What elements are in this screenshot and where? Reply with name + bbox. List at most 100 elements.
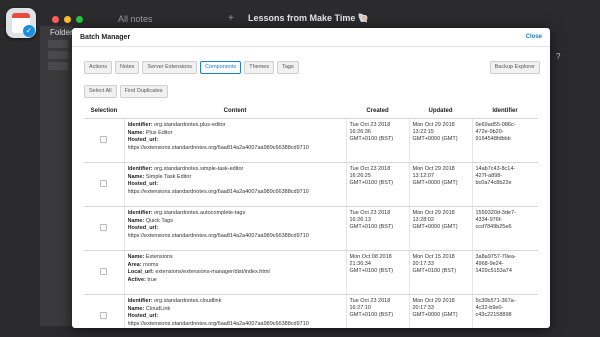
content-cell: Identifier: org.standardnotes.autocomple… — [124, 206, 347, 251]
content-cell: Name: Extensions Area: rooms Local_url: ex… — [124, 250, 347, 295]
content-line: Hosted_url: — [128, 137, 343, 145]
content-line: Area: rooms — [128, 262, 343, 270]
content-value: Simple Task Editor — [144, 173, 192, 180]
help-icon[interactable]: ? — [556, 52, 560, 61]
new-note-button[interactable]: + — [228, 13, 234, 24]
tab-bar: Actions Notes Server Extensions Componen… — [84, 61, 540, 74]
content-value: extensions/extensions-manager/dist/index… — [153, 269, 270, 275]
backup-explorer-button[interactable]: Backup Explorer — [489, 61, 540, 74]
selection-toolbar: Select All Find Duplicates — [84, 85, 168, 98]
identifier-cell-text: 14ab7c43-8c14- 427f-a898- bc0a74c8b22e — [475, 166, 516, 186]
content-key: Identifier: — [127, 122, 153, 128]
content-value: Quick Tags — [144, 217, 173, 224]
tab-tags[interactable]: Tags — [277, 61, 299, 74]
content-value: true — [145, 276, 157, 283]
updated-cell-text: Mon Oct 29 2018 20:17:33 GMT+0000 (GMT) — [412, 298, 458, 318]
content-key: Local_url: — [127, 269, 154, 275]
updated-cell-text: Mon Oct 29 2018 13:22:15 GMT+0000 (GMT) — [412, 122, 458, 142]
content-value: org.standardnotes.cloudlink — [152, 298, 222, 304]
select-all-button[interactable]: Select All — [84, 85, 117, 98]
content-key: Identifier: — [127, 210, 153, 216]
table-row[interactable]: Identifier: org.standardnotes.simple-tas… — [84, 162, 538, 207]
all-notes-title: All notes — [118, 14, 153, 24]
content-key: Name: — [127, 173, 145, 180]
created-cell: Mon Oct 08 2018 21:36:34 GMT+0100 (BST) — [346, 250, 410, 295]
identifier-cell-text: 5c30b571-367a- 4c32-b9e0- c43c22158898 — [475, 298, 516, 318]
created-cell: Tue Oct 23 2018 16:26:13 GMT+0100 (BST) — [346, 206, 410, 251]
content-key: Name: — [127, 305, 145, 312]
table-row[interactable]: Identifier: org.standardnotes.plus-edito… — [84, 118, 538, 163]
selection-cell — [84, 206, 125, 251]
content-line: https://extensions.standardnotes.org/6aa… — [128, 233, 343, 241]
identifier-cell-text: 1559320d-3de7- 4334-976f- ccd7849b25e6 — [475, 210, 516, 230]
row-checkbox[interactable] — [100, 312, 108, 319]
updated-cell-text: Mon Oct 29 2018 13:28:02 GMT+0000 (GMT) — [412, 210, 458, 230]
identifier-cell-text: 0e69ad55-086c- 472e-9b20- 9164548fdbbb — [475, 122, 516, 142]
checkmark-icon: ✓ — [23, 25, 35, 37]
close-window-dot[interactable] — [52, 15, 59, 23]
content-line: https://extensions.standardnotes.org/6aa… — [128, 321, 343, 329]
content-line: Name: Extensions — [128, 254, 343, 262]
tab-themes[interactable]: Themes — [244, 61, 275, 74]
content-line: https://extensions.standardnotes.org/6aa… — [128, 189, 343, 197]
content-key: Hosted_url: — [127, 225, 159, 231]
column-header-content: Content — [124, 104, 346, 119]
tab-actions[interactable]: Actions — [84, 61, 113, 74]
content-value: Plus Editor — [144, 129, 173, 136]
sidebar-row[interactable] — [48, 51, 68, 59]
close-button[interactable]: Close — [526, 34, 542, 40]
content-value: org.standardnotes.plus-editor — [152, 122, 226, 128]
selection-cell — [84, 250, 125, 295]
updated-cell-text: Mon Oct 29 2018 13:12:07 GMT+0000 (GMT) — [412, 166, 458, 186]
created-cell-text: Tue Oct 23 2018 16:27:10 GMT+0100 (BST) — [349, 298, 394, 318]
updated-cell: Mon Oct 29 2018 13:12:07 GMT+0000 (GMT) — [409, 162, 473, 207]
content-value: https://extensions.standardnotes.org/6aa… — [127, 188, 309, 195]
find-duplicates-button[interactable]: Find Duplicates — [119, 85, 168, 98]
content-line: Hosted_url: — [128, 181, 343, 189]
tab-components[interactable]: Components — [200, 61, 242, 74]
folders-sidebar: Folders — [40, 26, 77, 326]
content-key: Identifier: — [127, 298, 153, 304]
content-line: https://extensions.standardnotes.org/6aa… — [128, 145, 343, 153]
content-key: Hosted_url: — [127, 181, 159, 187]
tab-notes[interactable]: Notes — [115, 61, 140, 74]
minimize-window-dot[interactable] — [64, 15, 71, 23]
zoom-window-dot[interactable] — [76, 15, 83, 23]
table-row[interactable]: Name: Extensions Area: rooms Local_url: ex… — [84, 250, 538, 295]
selection-cell — [84, 294, 125, 328]
modal-header: Batch Manager Close — [72, 28, 550, 47]
table-row[interactable]: Identifier: org.standardnotes.autocomple… — [84, 206, 538, 251]
content-line: Identifier: org.standardnotes.plus-edito… — [128, 122, 343, 130]
table-header-row: Selection Content Created Updated Identi… — [84, 104, 538, 119]
updated-cell: Mon Oct 29 2018 13:22:15 GMT+0000 (GMT) — [409, 118, 473, 163]
created-cell-text: Tue Oct 23 2018 16:26:13 GMT+0100 (BST) — [349, 210, 394, 230]
components-table: Selection Content Created Updated Identi… — [84, 104, 538, 328]
content-value: rooms — [141, 261, 159, 268]
content-line: Name: Quick Tags — [128, 218, 343, 226]
identifier-cell: 3a8a9757-70ea- 4968-9e24- 1429c5153a74 — [472, 250, 538, 295]
content-key: Identifier: — [127, 166, 153, 172]
content-key: Hosted_url: — [127, 313, 159, 319]
row-checkbox[interactable] — [100, 180, 108, 187]
content-line: Active: true — [128, 277, 343, 285]
content-key: Hosted_url: — [127, 137, 159, 143]
app-icon[interactable]: ✓ — [6, 8, 36, 38]
row-checkbox[interactable] — [100, 136, 108, 143]
identifier-cell-text: 3a8a9757-70ea- 4968-9e24- 1429c5153a74 — [475, 254, 516, 274]
content-line: Identifier: org.standardnotes.autocomple… — [128, 210, 343, 218]
content-value: https://extensions.standardnotes.org/6aa… — [127, 320, 309, 327]
updated-cell: Mon Oct 29 2018 13:28:02 GMT+0000 (GMT) — [409, 206, 473, 251]
content-key: Active: — [127, 276, 146, 283]
sidebar-row[interactable] — [48, 62, 68, 70]
created-cell: Tue Oct 23 2018 16:26:36 GMT+0100 (BST) — [346, 118, 410, 163]
tab-server-extensions[interactable]: Server Extensions — [142, 61, 198, 74]
note-title: Lessons from Make Time 🐚 — [248, 13, 370, 23]
table-row[interactable]: Identifier: org.standardnotes.cloudlink N… — [84, 294, 538, 329]
row-checkbox[interactable] — [100, 224, 108, 231]
content-cell: Identifier: org.standardnotes.simple-tas… — [124, 162, 347, 207]
row-checkbox[interactable] — [100, 268, 108, 275]
sidebar-row[interactable] — [48, 40, 68, 48]
content-cell: Identifier: org.standardnotes.plus-edito… — [124, 118, 347, 163]
updated-cell: Mon Oct 29 2018 20:17:33 GMT+0000 (GMT) — [409, 294, 473, 328]
column-header-created: Created — [346, 104, 409, 119]
